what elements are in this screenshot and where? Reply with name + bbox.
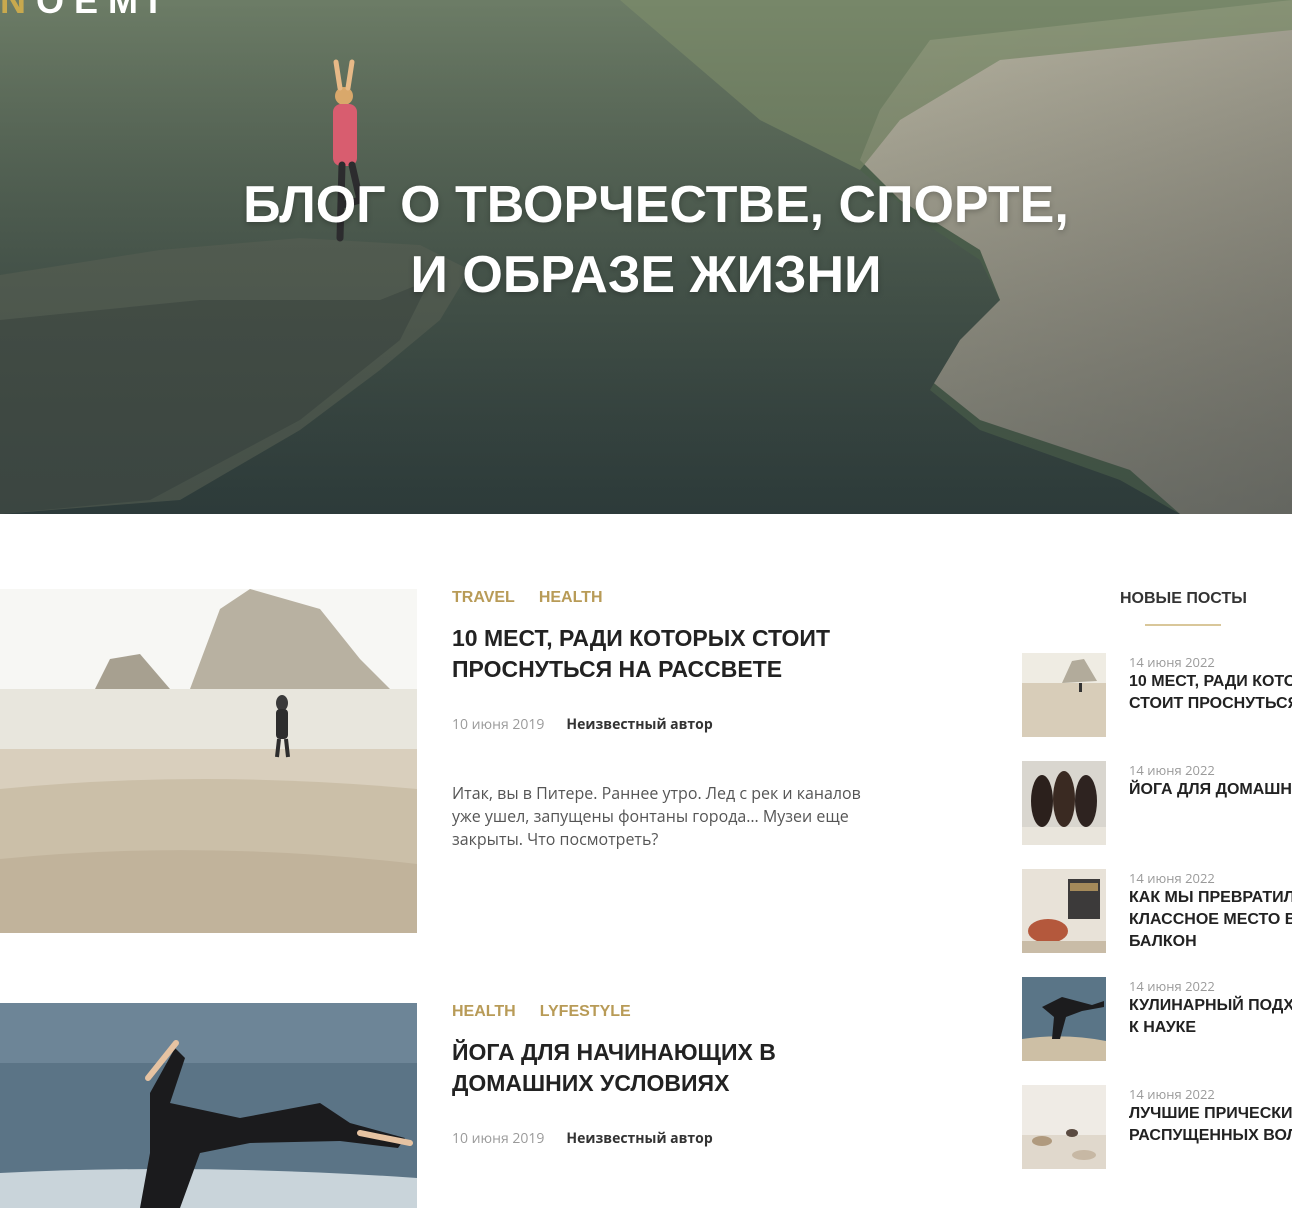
sidebar-post-date: 14 июня 2022 — [1129, 653, 1215, 671]
logo-accent-letter: N — [0, 0, 36, 21]
hero-title-line-1: БЛОГ О ТВОРЧЕСТВЕ, СПОРТЕ, — [243, 176, 1069, 234]
sidebar-post-thumbnail[interactable] — [1022, 977, 1106, 1061]
post-categories: TRAVEL HEALTH — [452, 589, 892, 607]
sidebar-post-date: 14 июня 2022 — [1129, 1085, 1215, 1103]
post-thumbnail-beach[interactable] — [0, 589, 417, 933]
sidebar-post-item[interactable]: 14 июня 2022 ЙОГА ДЛЯ ДОМАШНИХ УСЛОВИЙ — [1022, 761, 1292, 845]
sidebar-post-thumbnail[interactable] — [1022, 653, 1106, 737]
category-link[interactable]: LYFESTYLE — [540, 1003, 631, 1021]
post-card: HEALTH LYFESTYLE ЙОГА ДЛЯ НАЧИНАЮЩИХ В Д… — [0, 1003, 900, 1208]
post-categories: HEALTH LYFESTYLE — [452, 1003, 892, 1021]
category-link[interactable]: HEALTH — [452, 1003, 516, 1021]
sidebar-post-title[interactable]: КАК МЫ ПРЕВРАТИЛИ КЛАССНОЕ МЕСТО В БАЛКО… — [1129, 887, 1292, 953]
category-link[interactable]: HEALTH — [539, 589, 603, 607]
sidebar-post-title[interactable]: 10 МЕСТ, РАДИ КОТОРЫХ СТОИТ ПРОСНУТЬСЯ Н… — [1129, 671, 1292, 715]
category-link[interactable]: TRAVEL — [452, 589, 515, 607]
sidebar-post-title[interactable]: ЙОГА ДЛЯ ДОМАШНИХ УСЛОВИЙ — [1129, 779, 1292, 801]
post-title[interactable]: ЙОГА ДЛЯ НАЧИНАЮЩИХ В ДОМАШНИХ УСЛОВИЯХ — [452, 1037, 892, 1099]
post-date: 10 июня 2019 — [452, 1129, 545, 1148]
sidebar-post-thumbnail[interactable] — [1022, 761, 1106, 845]
sidebar-post-date: 14 июня 2022 — [1129, 761, 1215, 779]
sidebar-post-date: 14 июня 2022 — [1129, 977, 1215, 995]
sidebar-recent-posts: НОВЫЕ ПОСТЫ 14 июня 2022 10 МЕСТ, РАДИ К… — [1022, 588, 1292, 1208]
post-thumbnail-yoga[interactable] — [0, 1003, 417, 1208]
sidebar-post-title[interactable]: КУЛИНАРНЫЙ ПОДХОД К НАУКЕ — [1129, 995, 1292, 1039]
post-date: 10 июня 2019 — [452, 715, 545, 734]
hero-banner: NOEMI БЛОГ О ТВОРЧЕСТВЕ, СПОРТЕ, И ОБРАЗ… — [0, 0, 1292, 514]
sidebar-post-title[interactable]: ЛУЧШИЕ ПРИЧЕСКИ ДЛЯ РАСПУЩЕННЫХ ВОЛОС — [1129, 1103, 1292, 1147]
post-title[interactable]: 10 МЕСТ, РАДИ КОТОРЫХ СТОИТ ПРОСНУТЬСЯ Н… — [452, 623, 892, 685]
site-logo[interactable]: NOEMI — [0, 0, 168, 22]
sidebar-post-item[interactable]: 14 июня 2022 ЛУЧШИЕ ПРИЧЕСКИ ДЛЯ РАСПУЩЕ… — [1022, 1085, 1292, 1169]
sidebar-post-thumbnail[interactable] — [1022, 869, 1106, 953]
logo-rest: OEMI — [36, 0, 169, 21]
sidebar-post-item[interactable]: 14 июня 2022 10 МЕСТ, РАДИ КОТОРЫХ СТОИТ… — [1022, 653, 1292, 737]
sidebar-post-date: 14 июня 2022 — [1129, 869, 1215, 887]
post-info: HEALTH LYFESTYLE ЙОГА ДЛЯ НАЧИНАЮЩИХ В Д… — [452, 1003, 892, 1148]
post-author[interactable]: Неизвестный автор — [566, 715, 712, 734]
post-author[interactable]: Неизвестный автор — [566, 1129, 712, 1148]
heading-divider — [1145, 624, 1221, 626]
sidebar-heading: НОВЫЕ ПОСТЫ — [1120, 590, 1247, 607]
post-excerpt: Итак, вы в Питере. Раннее утро. Лед с ре… — [452, 782, 861, 850]
post-meta: 10 июня 2019 Неизвестный автор — [452, 1129, 892, 1148]
sidebar-post-item[interactable]: 14 июня 2022 КУЛИНАРНЫЙ ПОДХОД К НАУКЕ — [1022, 977, 1292, 1061]
post-card: TRAVEL HEALTH 10 МЕСТ, РАДИ КОТОРЫХ СТОИ… — [0, 589, 900, 933]
post-info: TRAVEL HEALTH 10 МЕСТ, РАДИ КОТОРЫХ СТОИ… — [452, 589, 892, 851]
sidebar-post-thumbnail[interactable] — [1022, 1085, 1106, 1169]
sidebar-post-item[interactable]: 14 июня 2022 КАК МЫ ПРЕВРАТИЛИ КЛАССНОЕ … — [1022, 869, 1292, 953]
post-meta: 10 июня 2019 Неизвестный автор — [452, 715, 892, 734]
hero-title-line-2: И ОБРАЗЕ ЖИЗНИ — [410, 246, 882, 304]
